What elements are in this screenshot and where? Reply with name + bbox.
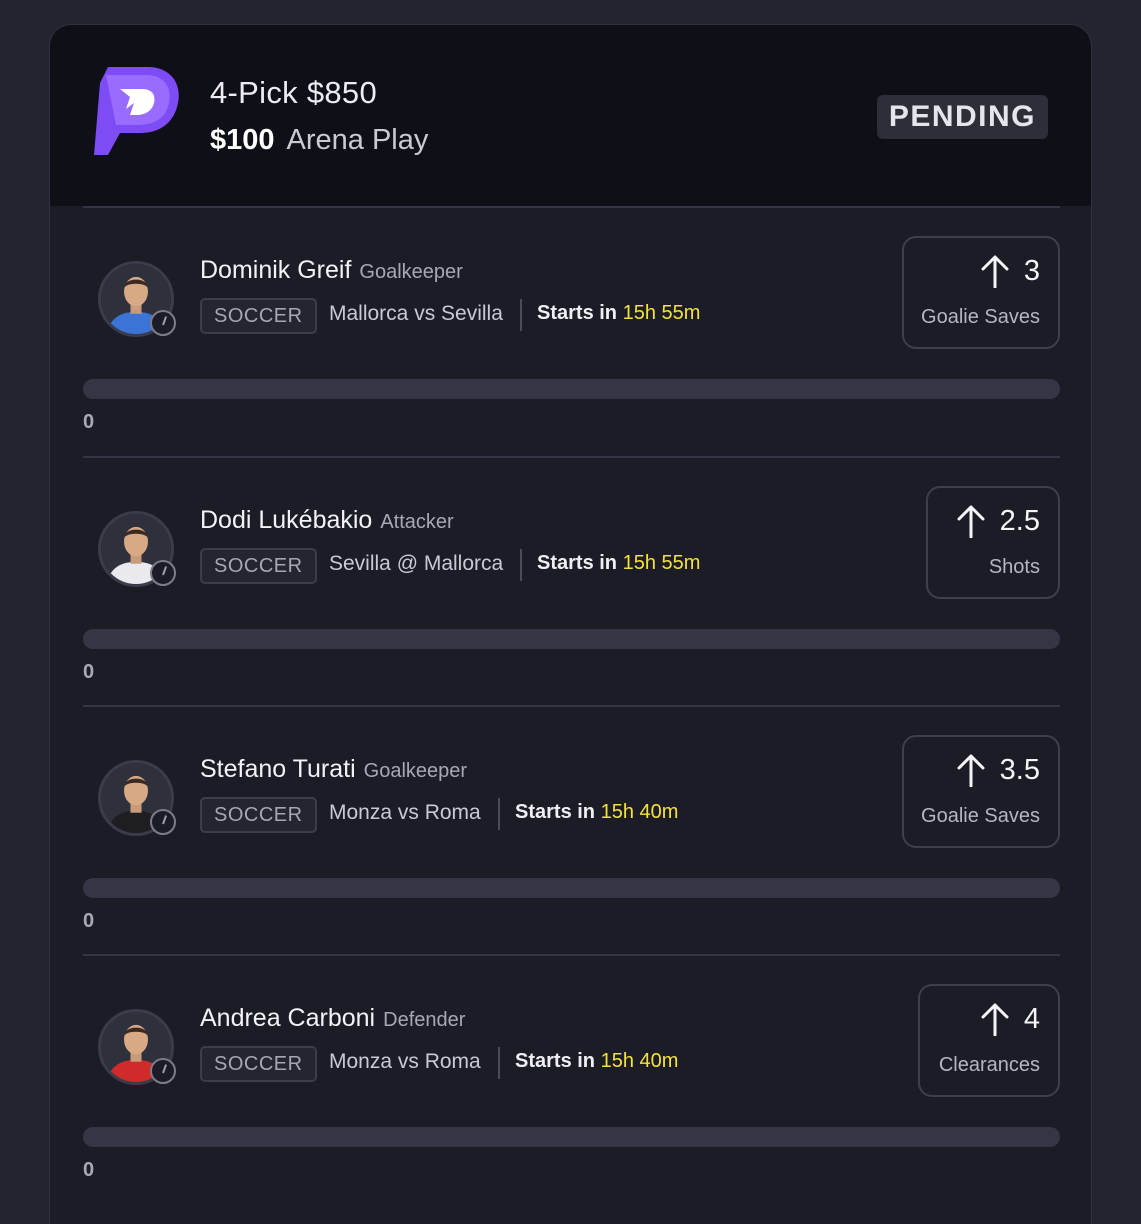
player-name: Andrea Carboni [200, 1004, 376, 1032]
start-time: Starts in 15h 55m [537, 552, 700, 575]
matchup: Monza vs Roma [329, 801, 481, 824]
info-separator [520, 549, 522, 581]
start-time: Starts in 15h 40m [515, 1050, 678, 1073]
clock-icon [150, 560, 176, 586]
pick-row[interactable]: Andrea Carboni Defender SOCCER Monza vs R… [50, 954, 1091, 1203]
info-separator [498, 798, 500, 830]
pick-line-box[interactable]: 3.5 Goalie Saves [902, 735, 1060, 848]
arrow-up-icon [957, 505, 985, 538]
progress-bar [83, 629, 1060, 649]
start-time: Starts in 15h 40m [515, 801, 678, 824]
matchup: Sevilla @ Mallorca [329, 552, 504, 575]
progress-value: 0 [83, 411, 95, 433]
start-time: Starts in 15h 55m [537, 302, 700, 325]
stat-name: Goalie Saves [921, 805, 1040, 827]
stat-name: Clearances [938, 1054, 1040, 1076]
starts-label: Starts in [537, 302, 618, 324]
pick-divider [83, 456, 1060, 458]
progress-value: 0 [83, 661, 95, 683]
pick-divider [83, 206, 1060, 208]
progress-value: 0 [83, 910, 95, 932]
sport-tag: SOCCER [200, 548, 317, 584]
pick-row[interactable]: Dodi Lukébakio Attacker SOCCER Sevilla @ … [50, 456, 1091, 705]
player-position: Defender [383, 1009, 466, 1031]
dabble-logo-icon [94, 67, 179, 155]
pick-line-box[interactable]: 3 Goalie Saves [902, 236, 1060, 349]
progress-bar [83, 379, 1060, 399]
progress-value: 0 [83, 1159, 95, 1181]
starts-countdown: 15h 55m [622, 552, 701, 574]
pick-line-box[interactable]: 4 Clearances [918, 984, 1060, 1097]
clock-icon [150, 310, 176, 336]
entry-play-type: Arena Play [286, 124, 429, 156]
line-value: 2.5 [999, 504, 1040, 537]
player-name: Dominik Greif [200, 256, 352, 284]
sport-tag: SOCCER [200, 1046, 317, 1082]
starts-countdown: 15h 40m [600, 801, 679, 823]
player-position: Attacker [380, 511, 454, 533]
sport-tag: SOCCER [200, 797, 317, 833]
arrow-up-icon [981, 255, 1009, 288]
stat-name: Shots [988, 556, 1040, 578]
starts-countdown: 15h 40m [600, 1050, 679, 1072]
clock-icon [150, 809, 176, 835]
status-badge: PENDING [876, 95, 1048, 139]
starts-countdown: 15h 55m [622, 302, 701, 324]
player-position: Goalkeeper [359, 261, 463, 283]
starts-label: Starts in [515, 801, 596, 823]
pick-row[interactable]: Stefano Turati Goalkeeper SOCCER Monza vs… [50, 705, 1091, 954]
player-position: Goalkeeper [363, 760, 468, 782]
info-separator [520, 299, 522, 331]
pick-line-box[interactable]: 2.5 Shots [926, 486, 1060, 599]
line-value: 3 [1023, 254, 1040, 287]
entry-stake: $100 [210, 124, 275, 156]
arrow-up-icon [981, 1003, 1009, 1036]
matchup: Mallorca vs Sevilla [329, 302, 503, 325]
pick-row[interactable]: Dominik Greif Goalkeeper SOCCER Mallorca … [50, 206, 1091, 455]
entry-title: 4-Pick $850 [210, 75, 378, 110]
starts-label: Starts in [537, 552, 618, 574]
stat-name: Goalie Saves [921, 306, 1040, 328]
entry-card: 4-Pick $850 $100 Arena Play PENDING Domin… [49, 24, 1092, 1224]
player-name: Dodi Lukébakio [200, 506, 373, 534]
pick-divider [83, 954, 1060, 956]
progress-bar [83, 1127, 1060, 1147]
player-name: Stefano Turati [200, 755, 356, 783]
arrow-up-icon [957, 754, 985, 787]
entry-header: 4-Pick $850 $100 Arena Play PENDING [50, 25, 1091, 206]
entry-subtitle: $100 Arena Play [210, 124, 428, 157]
clock-icon [150, 1058, 176, 1084]
pick-divider [83, 705, 1060, 707]
starts-label: Starts in [515, 1050, 596, 1072]
sport-tag: SOCCER [200, 298, 317, 334]
line-value: 4 [1023, 1002, 1040, 1035]
matchup: Monza vs Roma [329, 1050, 481, 1073]
progress-bar [83, 878, 1060, 898]
line-value: 3.5 [999, 753, 1040, 786]
info-separator [498, 1047, 500, 1079]
